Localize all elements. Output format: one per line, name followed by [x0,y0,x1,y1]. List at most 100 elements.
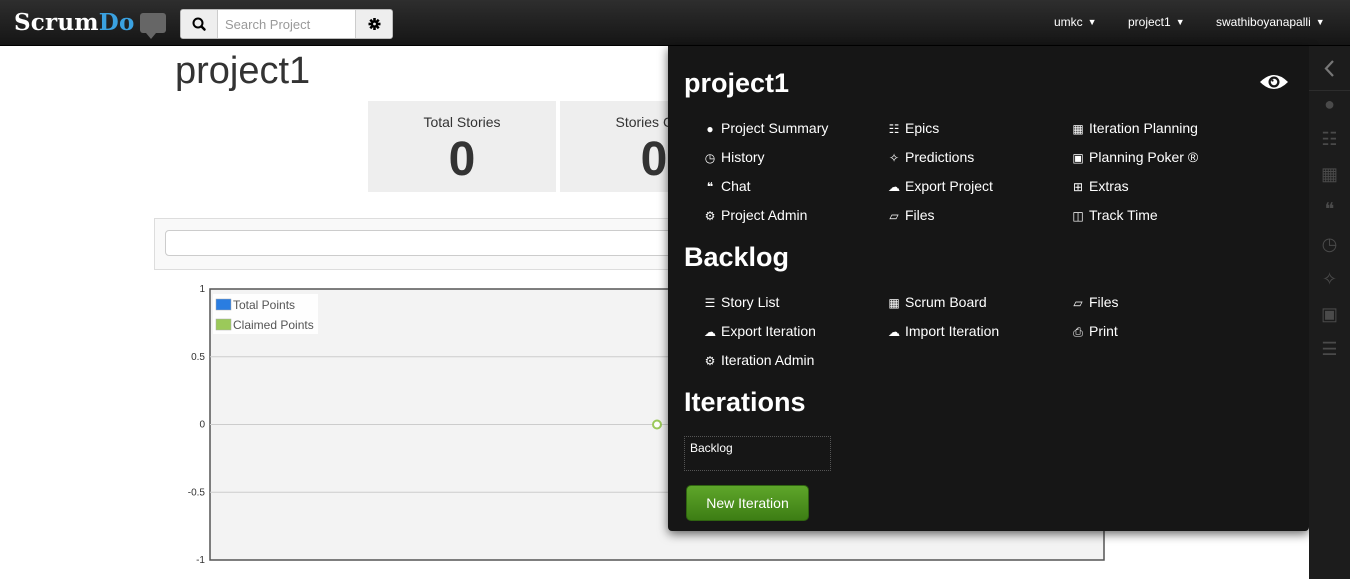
nav-organization-dropdown[interactable]: umkc ▼ [1054,15,1097,29]
list-icon: ☰ [704,296,716,310]
search-settings-button[interactable] [355,10,392,38]
folder-open-icon: ▱ [889,209,899,223]
iteration-item-label: Backlog [690,441,733,455]
rail-clock-icon[interactable]: ◷ [1309,234,1350,262]
stat-label: Total Stories [423,114,501,130]
menu-link-label: Predictions [905,149,975,165]
menu-link-track-time[interactable]: ◫ Track Time [1070,207,1158,223]
folder-open-icon: ▱ [1073,296,1083,310]
menu-link-scrum-board[interactable]: ▦ Scrum Board [886,294,987,310]
legend-label: Claimed Points [233,318,314,332]
cloud-download-icon: ☁ [704,325,716,339]
cloud-upload-icon: ☁ [888,325,900,339]
gear-icon [368,18,381,30]
menu-link-extras[interactable]: ⊞ Extras [1070,178,1129,194]
menu-link-files[interactable]: ▱ Files [886,207,935,223]
page-title: project1 [175,50,311,92]
globe-icon: ● [706,122,714,136]
filter-input[interactable] [165,230,685,256]
rail-magic-wand-icon[interactable]: ✧ [1309,269,1350,297]
nav-project-dropdown[interactable]: project1 ▼ [1128,15,1185,29]
rail-collapse-toggle[interactable] [1309,46,1350,91]
menu-link-label: Chat [721,178,751,194]
menu-link-planning-poker[interactable]: ▣ Planning Poker ® [1070,149,1198,165]
menu-link-label: Story List [721,294,780,310]
iterations-section-title: Iterations [684,387,806,417]
rail-list-icon[interactable]: ☰ [1309,339,1350,367]
rail-calendar-icon[interactable]: ▦ [1309,164,1350,192]
eye-icon[interactable] [1259,72,1289,92]
clock-icon: ◷ [704,151,716,165]
menu-link-import-iteration[interactable]: ☁ Import Iteration [886,323,999,339]
menu-link-story-list[interactable]: ☰ Story List [702,294,780,310]
y-tick-label: -1 [196,555,205,566]
plus-square-icon: ⊞ [1072,180,1084,194]
quote-icon: ❝ [706,180,714,194]
chevron-down-icon: ▼ [1175,17,1185,27]
menu-link-iteration-admin[interactable]: ⚙ Iteration Admin [702,352,815,368]
menu-link-files[interactable]: ▱ Files [1070,294,1119,310]
menu-link-label: Print [1089,323,1118,339]
chat-bubble-icon[interactable] [140,13,166,39]
search-bar [180,9,393,39]
search-button[interactable] [181,10,218,38]
scrumdo-logo[interactable]: ScrumDo [14,9,134,36]
y-tick-label: 0.5 [191,352,205,363]
rail-grid-icon[interactable]: ▣ [1309,304,1350,332]
cogs-icon: ⚙ [704,209,716,223]
menu-link-label: Project Summary [721,120,829,136]
columns-icon: ◫ [1072,209,1084,223]
menu-link-label: Files [905,207,935,223]
project-menu-title: project1 [684,68,790,98]
menu-link-label: Extras [1089,178,1129,194]
stat-value: 0 [448,133,476,186]
menu-link-predictions[interactable]: ✧ Predictions [886,149,974,165]
legend-swatch [215,298,232,311]
top-navbar: ScrumDo umkc▼ project1▼ swathi [0,0,1350,46]
iteration-item-backlog[interactable]: Backlog [684,436,831,471]
legend-swatch [215,318,232,331]
cloud-download-icon: ☁ [888,180,900,194]
chevron-down-icon: ▼ [1315,17,1325,27]
menu-link-print[interactable]: ⎙ Print [1070,323,1118,340]
backlog-section-title: Backlog [684,242,790,272]
menu-link-epics[interactable]: ☷ Epics [886,120,940,136]
magic-wand-icon: ✧ [888,151,900,165]
menu-link-label: Import Iteration [905,323,1000,339]
menu-link-label: Iteration Admin [721,352,815,368]
new-iteration-button[interactable]: New Iteration [686,485,809,521]
print-icon: ⎙ [1073,325,1083,339]
y-tick-label: -0.5 [188,487,206,498]
menu-link-label: Project Admin [721,207,808,223]
rail-quote-icon[interactable]: ❝ [1309,199,1350,227]
menu-link-label: Iteration Planning [1089,120,1198,136]
menu-link-label: Planning Poker ® [1089,149,1199,165]
menu-link-project-summary[interactable]: ● Project Summary [702,120,828,136]
right-sidebar-rail: ● ☷ ▦ ❝ ◷ ✧ ▣ ☰ [1309,46,1350,579]
menu-link-label: Scrum Board [905,294,987,310]
menu-link-label: Files [1089,294,1119,310]
menu-link-label: Track Time [1089,207,1158,223]
project-menu-overlay: project1 ● Project Summary ☷ Epics ▦ Iteratio… [668,46,1309,531]
menu-link-export-iteration[interactable]: ☁ Export Iteration [702,323,816,339]
nav-user-dropdown[interactable]: swathiboyanapalli ▼ [1216,15,1325,29]
chevron-down-icon: ▼ [1087,17,1097,27]
rail-sitemap-icon[interactable]: ☷ [1309,129,1350,157]
menu-link-label: Epics [905,120,940,136]
rail-globe-icon[interactable]: ● [1309,94,1350,122]
sitemap-icon: ☷ [888,122,900,136]
search-icon [192,17,206,31]
menu-link-history[interactable]: ◷ History [702,149,765,165]
menu-link-chat[interactable]: ❝ Chat [702,178,751,194]
menu-link-label: Export Project [905,178,993,194]
search-input[interactable] [218,10,355,38]
menu-link-label: History [721,149,765,165]
y-tick-label: 1 [199,284,205,295]
menu-link-label: Export Iteration [721,323,816,339]
legend-label: Total Points [233,298,295,312]
menu-link-project-admin[interactable]: ⚙ Project Admin [702,207,808,223]
data-point[interactable] [652,419,662,430]
menu-link-export-project[interactable]: ☁ Export Project [886,178,993,194]
menu-link-iteration-planning[interactable]: ▦ Iteration Planning [1070,120,1198,136]
grid-icon: ▣ [1072,151,1084,165]
